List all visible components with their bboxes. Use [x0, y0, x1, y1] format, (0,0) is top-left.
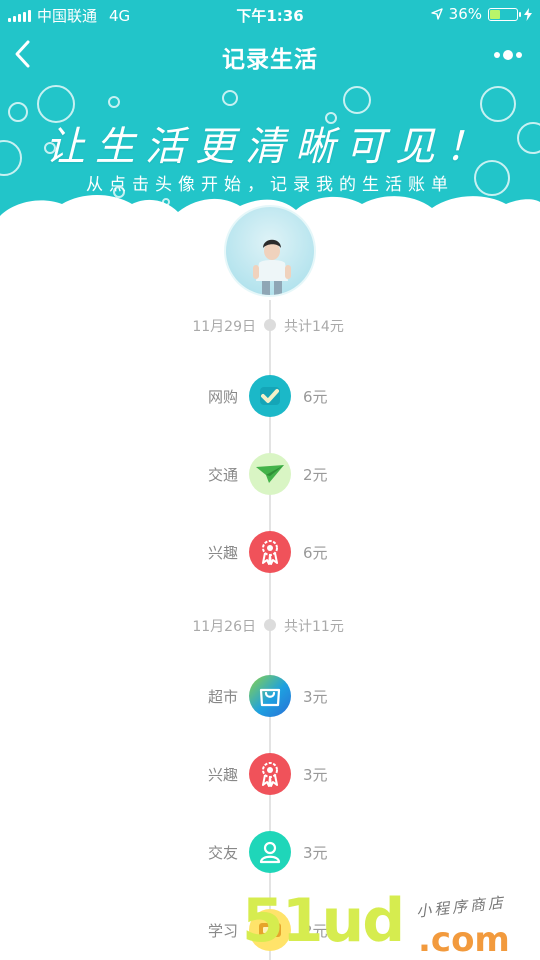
more-dot-right	[516, 52, 522, 58]
entry-row[interactable]: 超市 3元	[0, 675, 540, 717]
user-icon	[249, 831, 291, 873]
day-total: 共计11元	[284, 619, 344, 635]
shopping-bag-icon	[249, 675, 291, 717]
timeline-dot	[264, 619, 276, 631]
day-total: 共计14元	[284, 319, 344, 335]
battery-icon	[488, 7, 521, 21]
paper-plane-icon	[249, 453, 291, 495]
charging-bolt-icon	[524, 7, 532, 21]
status-right: 36%	[430, 5, 532, 23]
ribbon-award-icon	[249, 753, 291, 795]
date-label: 11月26日	[192, 619, 256, 635]
entry-amount: 2元	[303, 466, 328, 484]
nav-bar: 记录生活	[0, 28, 540, 82]
entry-amount: 6元	[303, 544, 328, 562]
bubble-decoration	[108, 96, 120, 108]
location-arrow-icon	[430, 8, 443, 20]
entry-amount: 3元	[303, 766, 328, 784]
entry-row[interactable]: 交友 3元	[0, 831, 540, 873]
entry-amount: 3元	[303, 688, 328, 706]
bubble-decoration	[222, 90, 238, 106]
person-figure-image	[253, 239, 291, 295]
entry-category: 网购	[207, 388, 238, 406]
timeline-dot	[264, 319, 276, 331]
more-dots-icon	[494, 52, 500, 58]
watermark-logo: 51ud 小程序商店 .com	[240, 890, 540, 960]
ribbon-award-icon	[249, 531, 291, 573]
entry-row[interactable]: 交通 2元	[0, 453, 540, 495]
watermark-number: 51ud	[242, 886, 405, 956]
banner-slogan: 让生活更清晰可见！	[45, 124, 495, 170]
bubble-decoration	[343, 86, 371, 114]
date-label: 11月29日	[192, 319, 256, 335]
entry-row[interactable]: 网购 6元	[0, 375, 540, 417]
entry-category: 交友	[207, 844, 238, 862]
check-icon	[249, 375, 291, 417]
page-title: 记录生活	[222, 47, 318, 73]
watermark-domain: .com	[418, 920, 510, 960]
entry-category: 兴趣	[207, 766, 238, 784]
entry-amount: 3元	[303, 844, 328, 862]
date-row: 11月29日 共计14元	[0, 313, 540, 337]
more-dot-center	[503, 50, 513, 60]
avatar[interactable]	[224, 205, 316, 297]
entry-category: 超市	[207, 688, 238, 706]
status-bar: 中国联通 4G 下午1:36 36%	[0, 0, 540, 28]
entry-category: 交通	[207, 466, 238, 484]
entry-row[interactable]: 兴趣 6元	[0, 531, 540, 573]
date-row: 11月26日 共计11元	[0, 613, 540, 637]
entry-category: 学习	[207, 922, 238, 940]
entry-row[interactable]: 兴趣 3元	[0, 753, 540, 795]
entry-category: 兴趣	[207, 544, 238, 562]
more-button[interactable]	[488, 42, 528, 68]
entry-amount: 6元	[303, 388, 328, 406]
battery-percent: 36%	[448, 5, 482, 23]
watermark-tagline: 小程序商店	[415, 893, 507, 921]
header-banner: 中国联通 4G 下午1:36 36% 记录生活 让生活更清晰可见！ 从点击头像开…	[0, 0, 540, 240]
